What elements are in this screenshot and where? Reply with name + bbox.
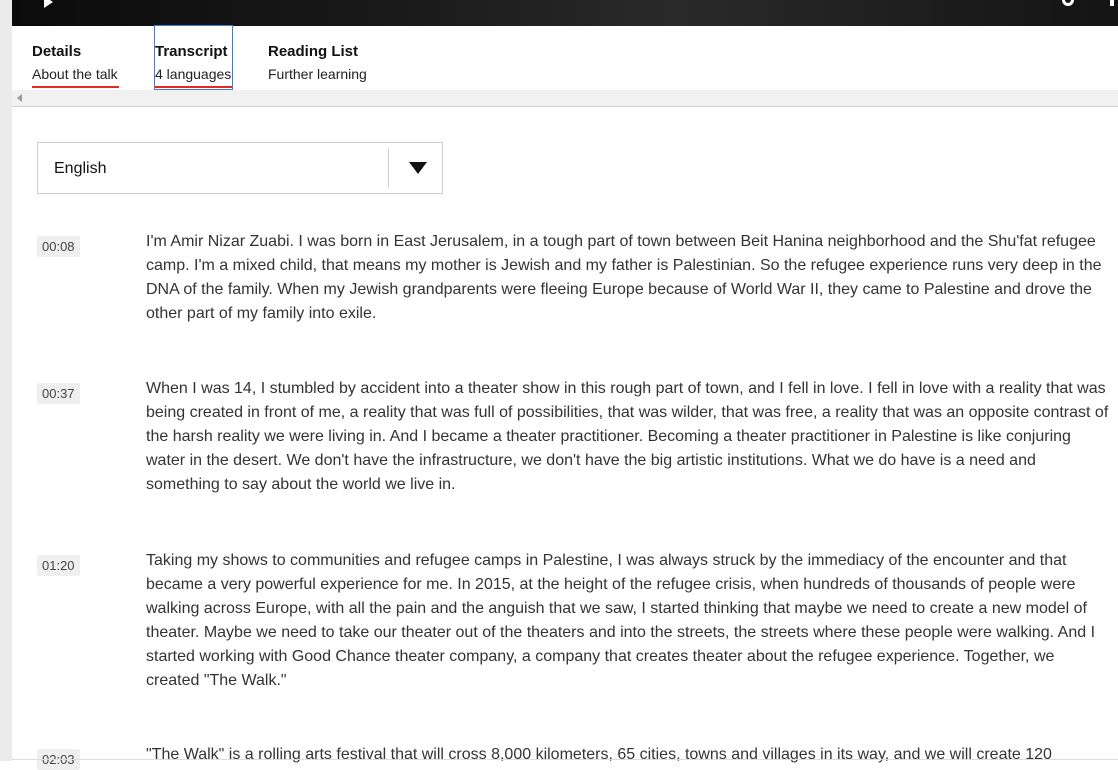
settings-gear-icon[interactable]	[1062, 0, 1074, 6]
tab-reading-list[interactable]: Reading List Further learning	[268, 26, 378, 90]
horizontal-scrollbar[interactable]	[12, 90, 1118, 107]
language-select-value: English	[54, 160, 107, 177]
tab-reading-list-title: Reading List	[268, 43, 359, 60]
video-player[interactable]	[12, 0, 1118, 26]
left-gutter	[0, 0, 12, 761]
tab-details[interactable]: Details About the talk	[32, 26, 122, 90]
scroll-left-arrow-icon[interactable]	[17, 94, 22, 102]
tab-details-title: Details	[32, 43, 82, 60]
transcript-text: Taking my shows to communities and refug…	[146, 552, 1096, 689]
timestamp-button[interactable]: 00:08	[37, 236, 80, 257]
timestamp-button[interactable]: 01:20	[37, 555, 80, 576]
tab-transcript-title: Transcript	[155, 43, 228, 60]
transcript-text: I'm Amir Nizar Zuabi. I was born in East…	[146, 233, 1102, 322]
chevron-down-icon[interactable]	[409, 162, 427, 174]
language-select[interactable]: English	[37, 142, 443, 194]
select-divider	[388, 148, 389, 188]
tab-transcript-underline	[155, 86, 232, 88]
fullscreen-icon[interactable]	[1110, 0, 1114, 6]
tab-details-subtitle: About the talk	[32, 66, 118, 82]
tab-transcript[interactable]: Transcript 4 languages	[154, 25, 233, 90]
talk-tabs: Details About the talk Transcript 4 lang…	[12, 25, 1118, 90]
transcript-text: When I was 14, I stumbled by accident in…	[146, 380, 1109, 493]
play-icon[interactable]	[44, 0, 53, 8]
bottom-divider	[12, 759, 1118, 760]
transcript-text: "The Walk" is a rolling arts festival th…	[146, 746, 1052, 763]
tab-reading-list-subtitle: Further learning	[268, 66, 367, 82]
tab-transcript-subtitle: 4 languages	[155, 66, 232, 82]
timestamp-button[interactable]: 00:37	[37, 383, 80, 404]
active-tab-underline	[32, 86, 119, 88]
